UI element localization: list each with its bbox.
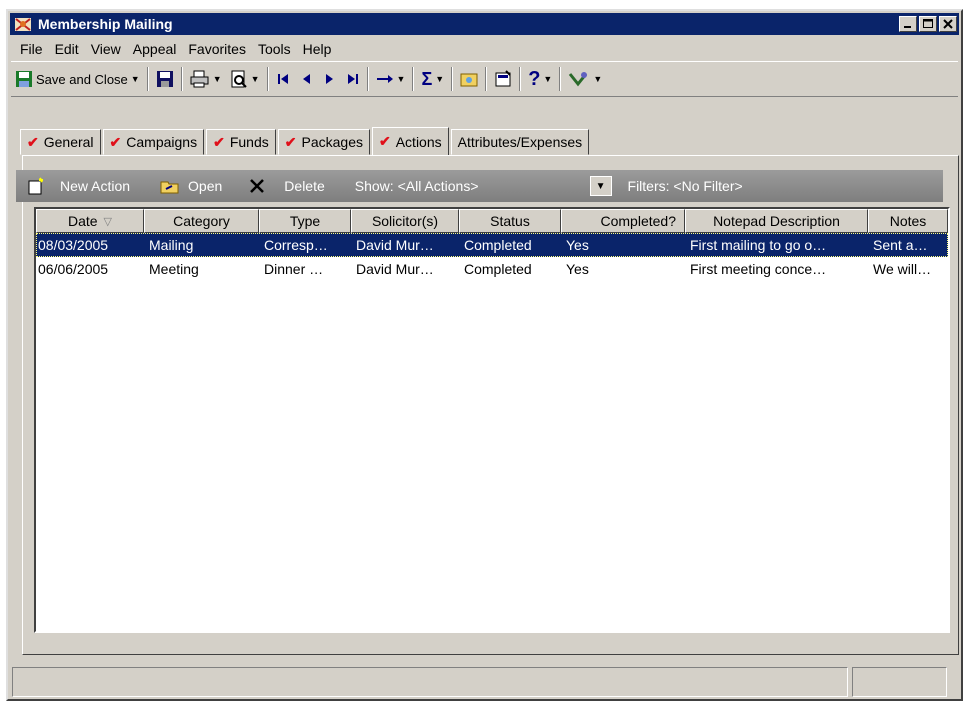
tab-packages[interactable]: ✔ Packages [277, 129, 370, 155]
column-notepad-description[interactable]: Notepad Description [685, 209, 868, 233]
grid-header: Date ▽ Category Type Solicitor(s) Status … [36, 209, 948, 233]
tools-button[interactable]: ▼ [564, 65, 606, 93]
next-icon [325, 74, 333, 84]
tab-campaigns[interactable]: ✔ Campaigns [102, 129, 205, 155]
preview-button[interactable]: ▼ [226, 65, 264, 93]
sort-descending-icon: ▽ [103, 215, 113, 228]
new-action-button[interactable]: New Action [26, 177, 130, 195]
cell-type: Dinner … [264, 261, 324, 277]
summary-button[interactable]: Σ ▼ [417, 65, 448, 93]
minimize-button[interactable] [899, 16, 917, 32]
status-panel-main [12, 667, 848, 697]
cell-notes: Sent a… [873, 237, 928, 253]
menu-edit[interactable]: Edit [49, 41, 85, 57]
table-row[interactable]: 08/03/2005 Mailing Corresp… David Mur… C… [36, 233, 948, 257]
window-title: Membership Mailing [38, 16, 173, 32]
status-bar [12, 667, 951, 697]
cell-type: Corresp… [264, 237, 328, 253]
last-icon [347, 74, 358, 84]
last-record-button[interactable] [340, 65, 364, 93]
previous-icon [302, 74, 310, 84]
goto-button[interactable]: ▼ [372, 65, 410, 93]
show-dropdown-button[interactable]: ▼ [589, 176, 612, 196]
floppy-icon [156, 71, 173, 87]
menu-file[interactable]: File [14, 41, 49, 57]
folder-icon [460, 73, 478, 87]
dropdown-arrow-icon[interactable]: ▼ [131, 74, 140, 84]
menu-tools[interactable]: Tools [252, 41, 297, 57]
maximize-button[interactable] [919, 16, 937, 32]
print-preview-icon [231, 70, 247, 88]
folder-button[interactable] [456, 65, 482, 93]
cell-notes: We will… [873, 261, 932, 277]
help-button[interactable]: ? ▼ [524, 65, 556, 93]
check-icon: ✔ [284, 133, 297, 150]
print-button[interactable]: ▼ [186, 65, 226, 93]
status-panel-right [852, 667, 947, 697]
previous-record-button[interactable] [296, 65, 318, 93]
column-date[interactable]: Date ▽ [36, 209, 144, 233]
properties-button[interactable] [490, 65, 516, 93]
save-close-label: Save and Close [36, 71, 128, 87]
check-icon: ✔ [109, 133, 122, 150]
arrow-right-icon [376, 75, 393, 83]
cell-category: Mailing [149, 237, 194, 253]
table-row[interactable]: 06/06/2005 Meeting Dinner … David Mur… C… [36, 257, 948, 281]
help-icon: ? [528, 67, 541, 90]
actions-toolbar: New Action Open Delete Show: <All Action… [16, 170, 943, 202]
tab-general[interactable]: ✔ General [20, 129, 101, 155]
toolbar: Save and Close ▼ ▼ ▼ ▼ Σ ▼ ? ▼ ▼ [11, 61, 958, 97]
show-filter-label[interactable]: Show: <All Actions> [355, 178, 479, 194]
cell-date: 06/06/2005 [38, 261, 109, 277]
new-action-icon [28, 177, 43, 195]
save-close-icon [16, 71, 32, 87]
save-close-button[interactable]: Save and Close ▼ [11, 65, 144, 93]
menu-bar: File Edit View Appeal Favorites Tools He… [14, 38, 337, 60]
title-bar: Membership Mailing [10, 13, 959, 35]
wizard-icon [569, 72, 588, 87]
tab-actions[interactable]: ✔ Actions [371, 127, 449, 155]
column-solicitors[interactable]: Solicitor(s) [351, 209, 459, 233]
filters-label[interactable]: Filters: <No Filter> [628, 178, 743, 194]
column-completed[interactable]: Completed? [561, 209, 685, 233]
open-button[interactable]: Open [160, 178, 222, 194]
cell-category: Meeting [149, 261, 199, 277]
cell-notepad-description: First meeting conce… [690, 261, 827, 277]
delete-icon [250, 179, 265, 193]
cell-solicitors: David Mur… [356, 237, 434, 253]
tab-funds[interactable]: ✔ Funds [206, 129, 276, 155]
cell-date: 08/03/2005 [38, 237, 109, 253]
save-button[interactable] [152, 65, 178, 93]
printer-icon [190, 70, 209, 88]
menu-favorites[interactable]: Favorites [182, 41, 252, 57]
first-icon [277, 74, 288, 84]
column-type[interactable]: Type [259, 209, 351, 233]
menu-view[interactable]: View [85, 41, 127, 57]
app-icon [14, 15, 32, 33]
delete-button[interactable]: Delete [248, 177, 325, 195]
cell-completed: Yes [566, 237, 589, 253]
check-icon: ✔ [27, 133, 39, 150]
next-record-button[interactable] [318, 65, 340, 93]
check-icon: ✔ [378, 133, 391, 149]
cell-notepad-description: First mailing to go o… [690, 237, 827, 253]
properties-icon [495, 70, 511, 87]
close-button[interactable] [939, 16, 957, 32]
column-notes[interactable]: Notes [868, 209, 948, 233]
menu-help[interactable]: Help [297, 41, 338, 57]
check-icon: ✔ [213, 133, 225, 150]
cell-completed: Yes [566, 261, 589, 277]
actions-grid: Date ▽ Category Type Solicitor(s) Status … [34, 207, 950, 633]
first-record-button[interactable] [272, 65, 296, 93]
menu-appeal[interactable]: Appeal [127, 41, 183, 57]
tab-attributes-expenses[interactable]: Attributes/Expenses [450, 129, 590, 155]
column-status[interactable]: Status [459, 209, 561, 233]
cell-status: Completed [464, 261, 532, 277]
cell-solicitors: David Mur… [356, 261, 434, 277]
cell-status: Completed [464, 237, 532, 253]
tab-strip: ✔ General ✔ Campaigns ✔ Funds ✔ Packages ✔ Ac… [20, 127, 591, 155]
column-category[interactable]: Category [144, 209, 259, 233]
open-folder-icon [160, 181, 179, 194]
sigma-icon: Σ [421, 68, 433, 89]
